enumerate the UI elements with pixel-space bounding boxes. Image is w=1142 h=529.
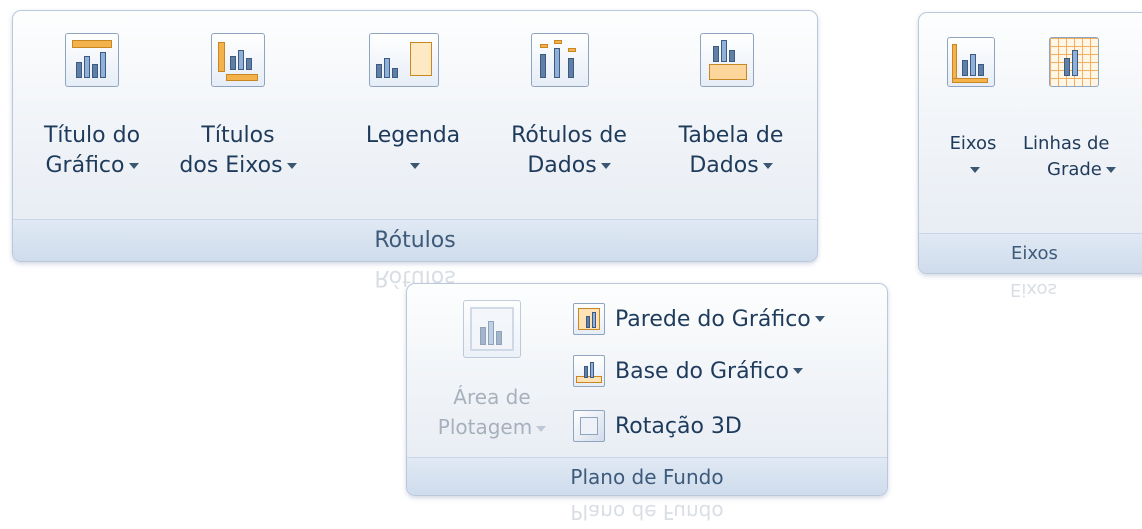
dropdown-arrow-icon [792, 368, 803, 374]
group-label-plano-de-fundo: Plano de Fundo [407, 457, 887, 495]
eixos-group: Eixos Linhas de Grade Eixos [918, 12, 1142, 274]
data-labels-icon [531, 33, 589, 87]
plano-de-fundo-group: Área de Plotagem Parede do Gráfico Base … [406, 283, 888, 496]
gridlines-button[interactable]: Linhas de Grade [1019, 23, 1142, 223]
dropdown-arrow-icon [600, 163, 611, 169]
axes-label: Eixos [933, 131, 1013, 183]
group-label-eixos: Eixos [919, 233, 1142, 273]
dropdown-arrow-icon [536, 425, 547, 432]
data-table-icon [700, 33, 754, 87]
axis-titles-button[interactable]: Títulos dos Eixos [163, 21, 313, 211]
chart-floor-button[interactable]: Base do Gráfico [573, 354, 803, 388]
dropdown-arrow-icon [814, 316, 825, 322]
chart-wall-button[interactable]: Parede do Gráfico [573, 302, 825, 336]
dropdown-arrow-icon [410, 163, 420, 169]
dropdown-arrow-icon [286, 163, 297, 169]
chart-title-icon [65, 33, 119, 87]
3d-rotation-button[interactable]: Rotação 3D [573, 409, 742, 443]
plano-de-fundo-reflection: Plano de Fundo [570, 500, 724, 524]
legend-label: Legenda [343, 121, 483, 181]
rotulos-group: Título do Gráfico Títulos dos Eixos Lege… [12, 10, 818, 262]
chart-wall-icon [573, 303, 605, 335]
gridlines-icon [1049, 37, 1099, 87]
dropdown-arrow-icon [970, 167, 980, 173]
plot-area-label: Área de Plotagem [417, 382, 567, 442]
axis-titles-label: Títulos dos Eixos [163, 121, 313, 181]
axes-button[interactable]: Eixos [933, 23, 1013, 223]
plot-area-button[interactable]: Área de Plotagem [417, 292, 567, 452]
legend-button[interactable]: Legenda [343, 21, 483, 211]
legend-icon [369, 33, 439, 87]
data-table-button[interactable]: Tabela de Dados [656, 21, 806, 211]
chart-title-label: Título do Gráfico [43, 123, 141, 178]
3d-rotation-icon [573, 410, 605, 442]
axes-icon [947, 37, 995, 87]
dropdown-arrow-icon [128, 163, 139, 169]
dropdown-arrow-icon [1105, 167, 1116, 173]
eixos-reflection: Eixos [1010, 279, 1057, 300]
axis-titles-icon [211, 33, 265, 87]
data-labels-button[interactable]: Rótulos de Dados [485, 21, 653, 211]
data-labels-label: Rótulos de Dados [511, 123, 627, 178]
dropdown-arrow-icon [762, 163, 773, 169]
chart-floor-icon [573, 355, 605, 387]
gridlines-label: Linhas de Grade [1019, 131, 1142, 183]
data-table-label: Tabela de Dados [678, 123, 784, 178]
group-label-rotulos: Rótulos [13, 219, 817, 261]
chart-title-button[interactable]: Título do Gráfico [27, 21, 157, 211]
plot-area-icon [463, 300, 521, 358]
